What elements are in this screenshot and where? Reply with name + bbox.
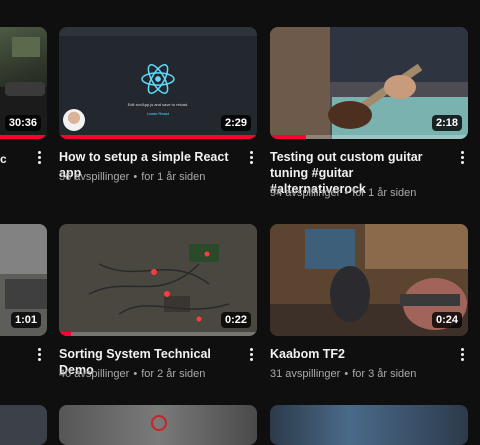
- react-caption: Edit src/App.js and save to reload.: [127, 102, 189, 107]
- upload-age: for 2 år siden: [141, 368, 206, 380]
- video-thumbnail[interactable]: [59, 405, 257, 445]
- video-thumbnail[interactable]: 2:18: [270, 27, 468, 139]
- video-meta: 36 avspillinger • for 1 år siden: [59, 171, 206, 183]
- video-duration: 2:18: [431, 115, 462, 131]
- more-vert-icon[interactable]: [458, 347, 468, 363]
- upload-age: for 1 år siden: [352, 187, 417, 199]
- view-count: 31 avspillinger: [270, 368, 341, 380]
- progress-track: [59, 332, 257, 336]
- browser-chrome: [59, 27, 257, 36]
- video-thumbnail[interactable]: 0:24: [270, 224, 468, 336]
- upload-age: for 3 år siden: [352, 368, 417, 380]
- more-vert-icon[interactable]: [247, 150, 257, 166]
- title-fragment: c: [0, 152, 7, 166]
- video-duration: 2:29: [220, 115, 251, 131]
- watch-progress-bar: [270, 135, 306, 139]
- video-meta: 31 avspillinger • for 3 år siden: [270, 368, 417, 380]
- avatar: [63, 109, 85, 131]
- more-vert-icon[interactable]: [247, 347, 257, 363]
- video-duration: 0:22: [220, 312, 251, 328]
- watch-progress-bar: [59, 135, 257, 139]
- more-vert-icon[interactable]: [458, 150, 468, 166]
- video-meta: 94 avspillinger • for 1 år siden: [270, 187, 417, 199]
- video-duration: 0:24: [431, 312, 462, 328]
- upload-age: for 1 år siden: [141, 171, 206, 183]
- view-count: 40 avspillinger: [59, 368, 130, 380]
- video-thumbnail[interactable]: [270, 405, 468, 445]
- video-thumbnail[interactable]: 30:36: [0, 27, 47, 139]
- react-logo-icon: [141, 64, 175, 94]
- more-vert-icon[interactable]: [35, 347, 45, 363]
- more-vert-icon[interactable]: [35, 150, 45, 166]
- video-thumbnail[interactable]: [0, 405, 47, 445]
- video-thumbnail[interactable]: 0:22: [59, 224, 257, 336]
- view-count: 36 avspillinger: [59, 171, 130, 183]
- video-thumbnail[interactable]: 1:01: [0, 224, 47, 336]
- view-count: 94 avspillinger: [270, 187, 341, 199]
- video-duration: 1:01: [10, 312, 41, 328]
- watch-progress-bar: [59, 332, 71, 336]
- record-icon: [151, 415, 167, 431]
- video-title[interactable]: Kaabom TF2: [270, 346, 448, 362]
- video-thumbnail[interactable]: Edit src/App.js and save to reload. Lear…: [59, 27, 257, 139]
- video-meta: 40 avspillinger • for 2 år siden: [59, 368, 206, 380]
- video-duration: 30:36: [4, 115, 41, 131]
- watch-progress-bar: [0, 135, 47, 139]
